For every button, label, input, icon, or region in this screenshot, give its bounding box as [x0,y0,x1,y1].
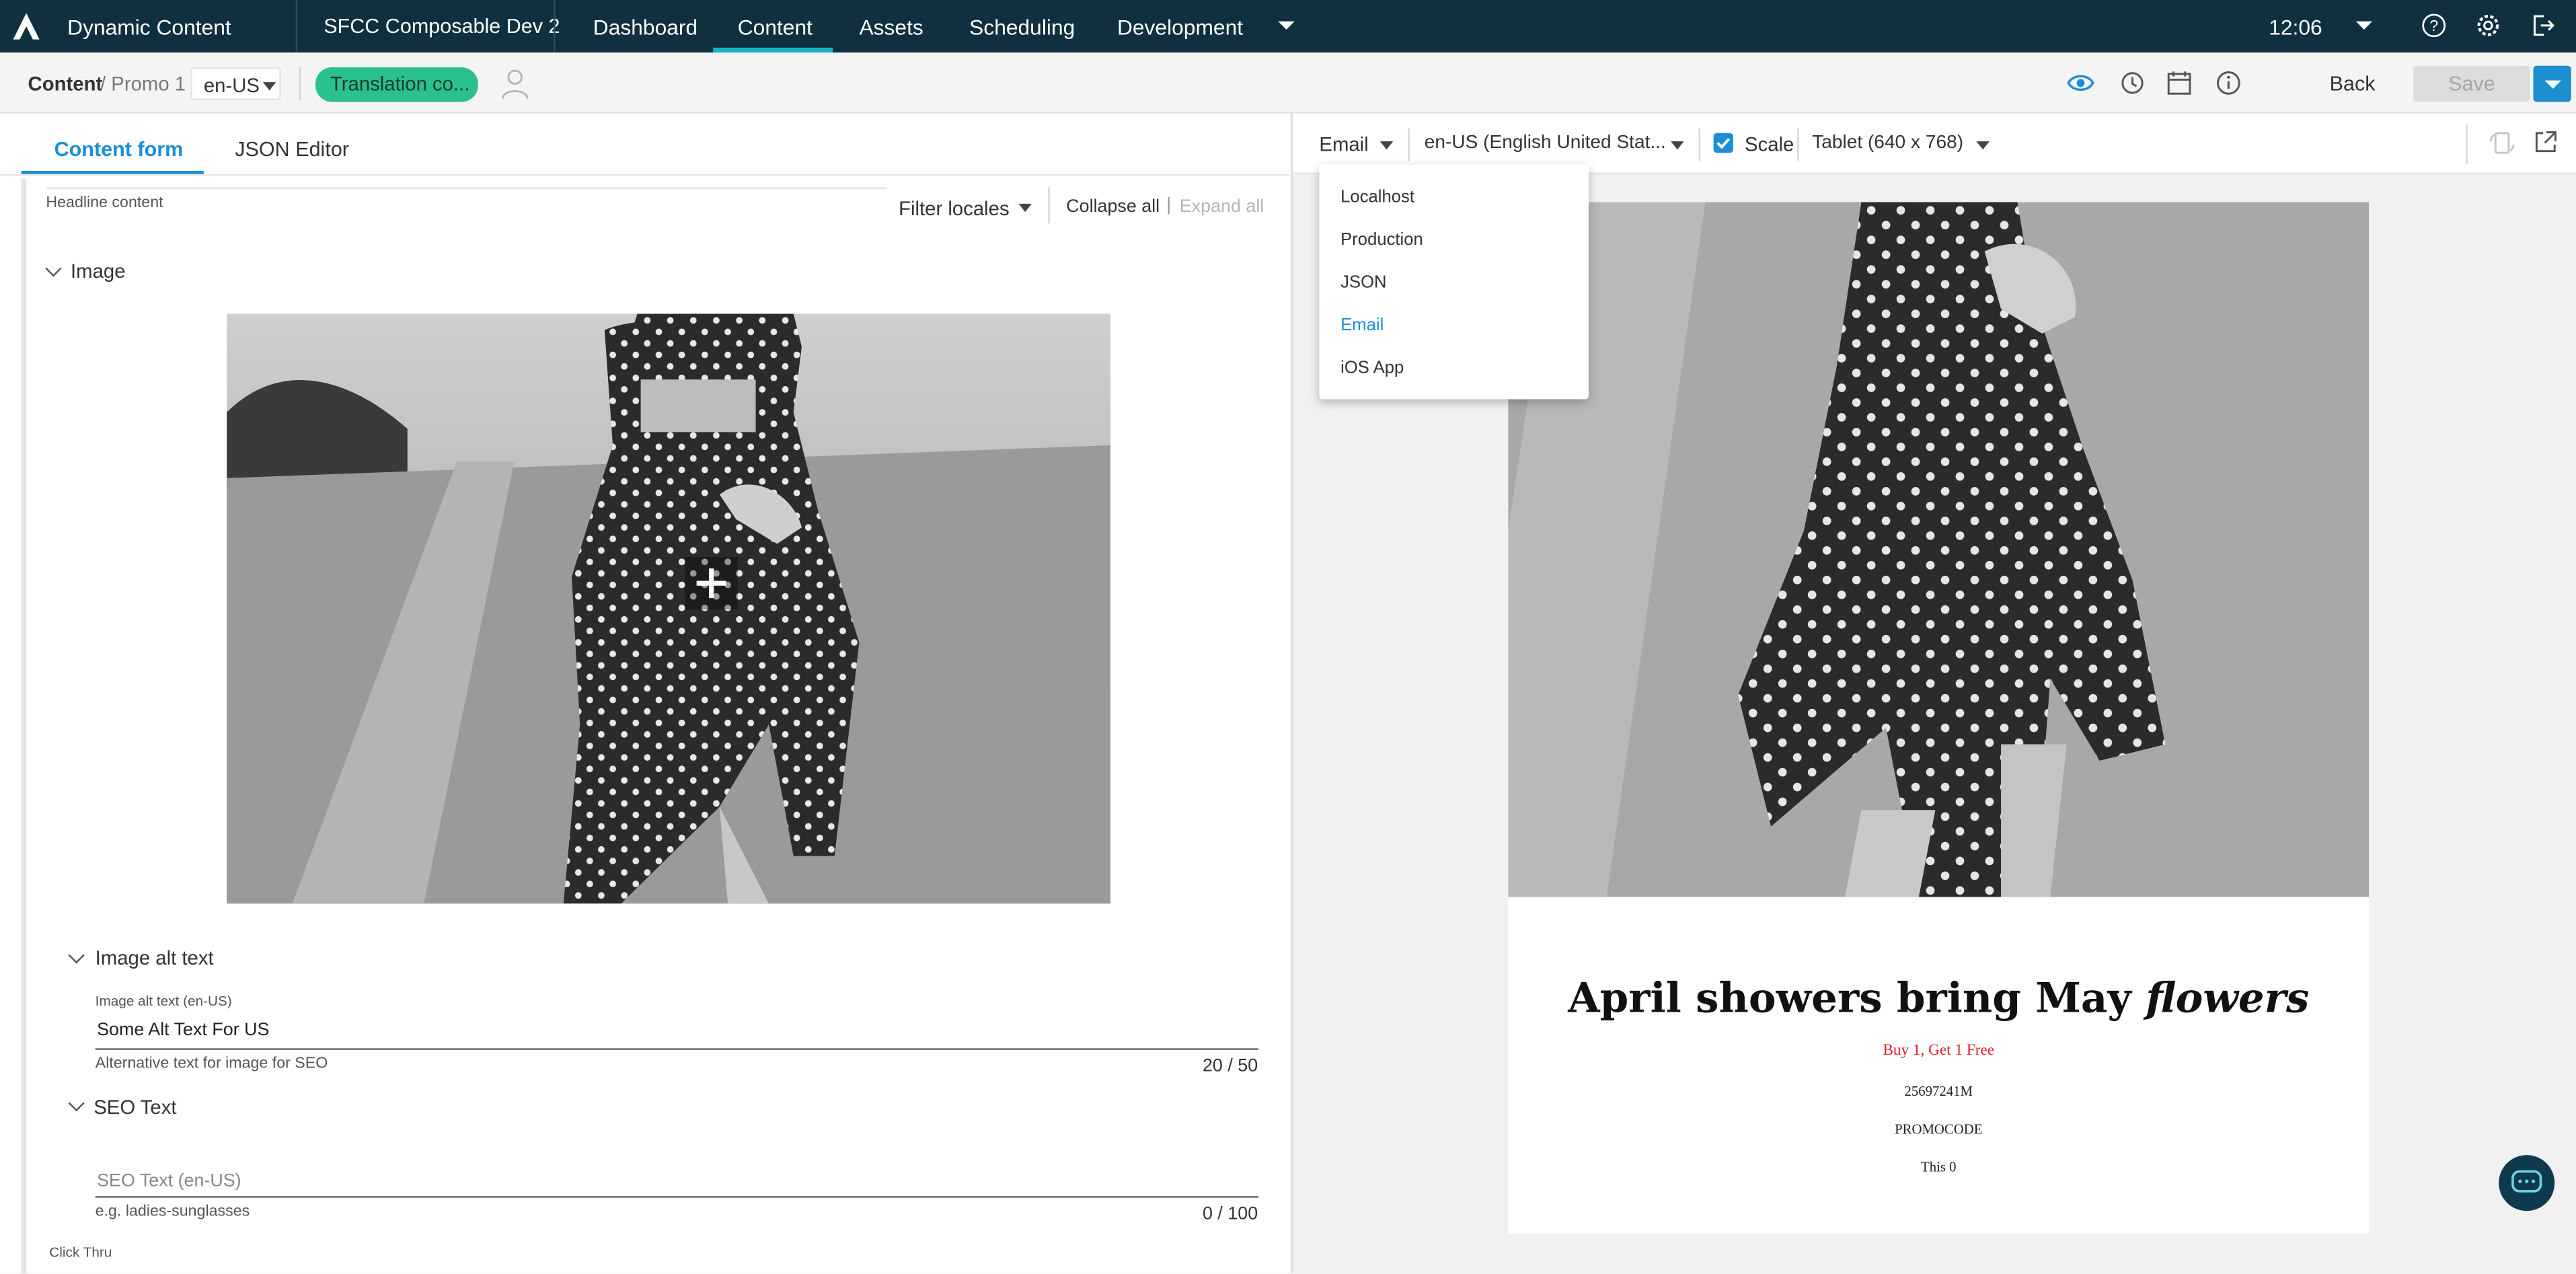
content-toolbar: Content / Promo 1 en-US Translation co..… [0,52,2576,114]
save-button[interactable]: Save [2413,65,2530,102]
seo-text-counter: 0 / 100 [1202,1204,1258,1224]
settings-icon[interactable] [2476,13,2501,38]
expand-all-button[interactable]: Expand all [1180,197,1264,217]
breadcrumb-item: / Promo 1 [100,72,186,96]
visualization-dropdown-menu: Localhost Production JSON Email iOS App [1319,164,1589,400]
translation-button[interactable]: Translation co... [315,67,478,102]
nav-active-indicator [713,47,833,53]
click-thru-label: Click Thru [49,1244,112,1261]
locale-select-value: en-US [203,73,260,98]
eye-icon[interactable] [2067,69,2095,98]
preview-promocode: PROMOCODE [1895,1120,1983,1137]
info-icon[interactable] [2215,69,2243,98]
alt-text-counter: 20 / 50 [1202,1056,1258,1076]
tab-json-editor[interactable]: JSON Editor [235,138,349,161]
email-preview: April showers bring May flowers Buy 1, G… [1508,202,2370,1234]
divider [295,0,298,53]
divider [1408,128,1410,161]
preview-image [1508,202,2370,897]
nav-assets[interactable]: Assets [859,15,923,40]
preview-extra-text: This 0 [1921,1158,1957,1175]
collapse-all-button[interactable]: Collapse all [1066,197,1160,217]
menu-item-json[interactable]: JSON [1340,272,1386,292]
time-dropdown-icon[interactable] [2355,21,2373,30]
chevron-down-icon [2544,80,2562,89]
menu-item-email[interactable]: Email [1340,315,1384,335]
divider [554,0,556,53]
divider [2466,124,2468,165]
chat-button[interactable] [2499,1155,2555,1211]
chat-icon [2511,1170,2542,1193]
preview-headline: April showers bring May flowers [1508,974,2369,1022]
rotate-device-icon[interactable] [2489,130,2515,156]
plus-icon [696,568,726,599]
alt-text-label: Image alt text (en-US) [95,992,232,1009]
breadcrumb-content[interactable]: Content [28,72,103,95]
user-icon[interactable] [501,67,529,100]
nav-scheduling[interactable]: Scheduling [969,15,1075,40]
amplience-logo-icon[interactable] [11,11,41,41]
scale-label[interactable]: Scale [1745,133,1794,156]
divider [1797,128,1799,161]
chevron-down-icon[interactable] [1671,141,1684,150]
input-underline [95,1048,1259,1050]
device-select[interactable]: Tablet (640 x 768) [1812,133,1963,153]
nav-content[interactable]: Content [738,15,812,40]
chevron-down-icon[interactable] [1976,141,1990,150]
tab-content-form[interactable]: Content form [54,138,184,161]
divider [1048,187,1050,224]
dress-photo-preview [1508,202,2370,897]
menu-item-localhost[interactable]: Localhost [1340,187,1414,207]
help-icon[interactable]: ? [2421,13,2446,38]
add-image-button[interactable] [685,557,738,610]
input-underline [95,1196,1259,1198]
app-name[interactable]: Dynamic Content [67,15,231,40]
nav-development[interactable]: Development [1117,15,1243,40]
divider [299,67,301,100]
image-field[interactable] [227,313,1111,904]
nav-dashboard[interactable]: Dashboard [593,15,697,40]
alt-text-helper: Alternative text for image for SEO [95,1055,328,1074]
preview-subline: Buy 1, Get 1 Free [1883,1043,1995,1060]
preview-locale-select[interactable]: en-US (English United Stat... [1425,133,1666,153]
alt-text-input[interactable]: Some Alt Text For US [97,1020,269,1040]
headline-main: April showers bring May [1568,974,2131,1022]
content-form-panel: Content form JSON Editor Headline conten… [0,113,1290,1274]
scale-checkbox[interactable] [1713,133,1733,153]
divider [1698,128,1701,161]
separator: | [1166,195,1172,215]
clock: 12:06 [2269,14,2322,40]
headline-content-label: Headline content [46,194,163,213]
menu-item-ios-app[interactable]: iOS App [1340,358,1404,377]
chevron-down-icon[interactable] [1379,141,1394,150]
image-section-title[interactable]: Image [71,260,125,283]
back-button[interactable]: Back [2330,72,2376,95]
seo-text-input[interactable]: SEO Text (en-US) [97,1172,241,1191]
headline-emphasis: flowers [2146,974,2310,1022]
calendar-icon[interactable] [2165,69,2193,98]
dress-photo [227,313,1111,904]
menu-item-production[interactable]: Production [1340,230,1423,250]
nav-more-icon[interactable] [1278,21,1295,30]
locale-select[interactable]: en-US [190,67,281,100]
seo-text-helper: e.g. ladies-sunglasses [95,1202,250,1221]
image-alt-section-title[interactable]: Image alt text [96,946,214,969]
logout-icon[interactable] [2530,13,2555,38]
preview-code: 25697241M [1904,1082,1973,1100]
divider [46,187,888,189]
open-external-icon[interactable] [2533,130,2558,155]
svg-text:?: ? [2429,17,2438,34]
save-options-button[interactable] [2533,65,2571,102]
top-navigation-bar: Dynamic Content SFCC Composable Dev 2 Da… [0,0,2576,53]
chevron-down-icon[interactable] [1018,203,1032,213]
filter-locales-dropdown[interactable]: Filter locales [899,197,1010,220]
hub-selector[interactable]: SFCC Composable Dev 2 [324,15,560,38]
history-icon[interactable] [2118,69,2146,98]
divider [0,174,1290,176]
check-icon [1716,138,1731,149]
visualization-select[interactable]: Email [1319,133,1368,156]
chevron-down-icon [262,82,276,91]
seo-section-title[interactable]: SEO Text [93,1096,176,1119]
